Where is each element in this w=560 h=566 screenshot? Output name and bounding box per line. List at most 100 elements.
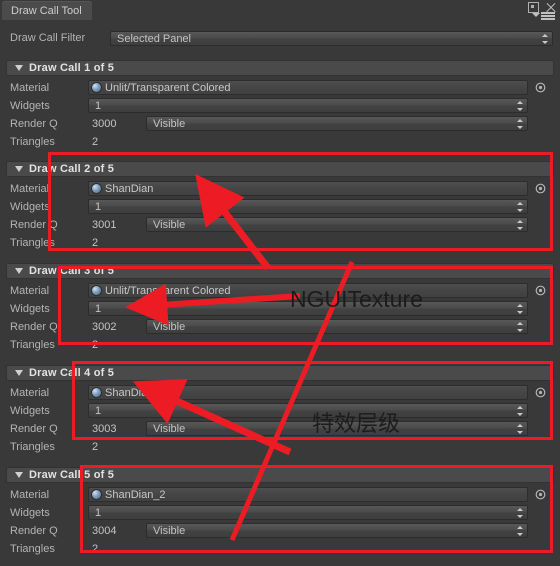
foldout-triangle-icon[interactable]	[15, 65, 23, 71]
foldout-triangle-icon[interactable]	[15, 370, 23, 376]
render-q-row-2: Render Q 3001 Visible	[6, 216, 554, 234]
material-sphere-icon	[92, 286, 101, 295]
draw-call-title-4: Draw Call 4 of 5	[29, 367, 115, 379]
material-value-1: Unlit/Transparent Colored	[105, 81, 231, 94]
chevron-updown-icon	[515, 201, 524, 213]
widgets-dropdown-3[interactable]: 1	[88, 301, 528, 316]
material-sphere-icon	[92, 83, 101, 92]
widgets-dropdown-4[interactable]: 1	[88, 403, 528, 418]
foldout-triangle-icon[interactable]	[15, 472, 23, 478]
triangles-label-1: Triangles	[10, 136, 55, 148]
render-q-label-4: Render Q	[10, 423, 58, 435]
gear-icon[interactable]	[535, 285, 546, 296]
draw-call-filter-dropdown[interactable]: Selected Panel	[110, 31, 553, 46]
gear-icon[interactable]	[535, 183, 546, 194]
gear-icon[interactable]	[535, 489, 546, 500]
material-label-1: Material	[10, 82, 50, 94]
draw-call-title-1: Draw Call 1 of 5	[29, 62, 115, 74]
chevron-updown-icon	[515, 100, 524, 112]
foldout-triangle-icon[interactable]	[15, 268, 23, 274]
draw-call-section-4: Draw Call 4 of 5 Material ShanDian_1 Wid…	[6, 365, 554, 456]
draw-call-title-3: Draw Call 3 of 5	[29, 265, 115, 277]
material-label-4: Material	[10, 387, 50, 399]
window-titlebar: Draw Call Tool	[0, 0, 560, 21]
draw-call-header-5[interactable]: Draw Call 5 of 5	[6, 467, 554, 483]
material-object-field-3[interactable]: Unlit/Transparent Colored	[88, 283, 528, 298]
render-q-row-1: Render Q 3000 Visible	[6, 115, 554, 133]
widgets-dropdown-1[interactable]: 1	[88, 98, 528, 113]
visibility-dropdown-3[interactable]: Visible	[146, 319, 528, 334]
triangles-label-5: Triangles	[10, 543, 55, 555]
material-label-2: Material	[10, 183, 50, 195]
draw-call-header-1[interactable]: Draw Call 1 of 5	[6, 60, 554, 76]
tab-draw-call-tool[interactable]: Draw Call Tool	[2, 1, 92, 20]
widgets-value-3: 1	[95, 302, 102, 315]
visibility-dropdown-4[interactable]: Visible	[146, 421, 528, 436]
material-sphere-icon	[92, 388, 101, 397]
material-object-field-5[interactable]: ShanDian_2	[88, 487, 528, 502]
material-row-1: Material Unlit/Transparent Colored	[6, 79, 554, 97]
widgets-dropdown-2[interactable]: 1	[88, 199, 528, 214]
chevron-down-icon[interactable]	[532, 13, 540, 17]
render-q-label-3: Render Q	[10, 321, 58, 333]
chevron-updown-icon	[515, 423, 524, 435]
visibility-value-3: Visible	[153, 320, 186, 333]
gear-icon[interactable]	[535, 387, 546, 398]
chevron-updown-icon	[515, 525, 524, 537]
draw-call-header-3[interactable]: Draw Call 3 of 5	[6, 263, 554, 279]
triangles-value-4: 2	[92, 441, 99, 453]
render-q-value-4: 3003	[92, 423, 117, 435]
hamburger-menu-icon[interactable]	[541, 12, 555, 20]
visibility-value-1: Visible	[153, 117, 186, 130]
triangles-label-4: Triangles	[10, 441, 55, 453]
material-label-5: Material	[10, 489, 50, 501]
draw-call-tool-window: Draw Call Tool Draw Call Filter Selected…	[0, 0, 560, 566]
material-row-3: Material Unlit/Transparent Colored	[6, 282, 554, 300]
material-object-field-1[interactable]: Unlit/Transparent Colored	[88, 80, 528, 95]
visibility-dropdown-1[interactable]: Visible	[146, 116, 528, 131]
visibility-dropdown-5[interactable]: Visible	[146, 523, 528, 538]
draw-call-section-2: Draw Call 2 of 5 Material ShanDian Widge…	[6, 161, 554, 252]
widgets-label-2: Widgets	[10, 201, 50, 213]
render-q-label-5: Render Q	[10, 525, 58, 537]
visibility-value-5: Visible	[153, 524, 186, 537]
material-sphere-icon	[92, 184, 101, 193]
widgets-label-4: Widgets	[10, 405, 50, 417]
triangles-value-5: 2	[92, 543, 99, 555]
material-row-4: Material ShanDian_1	[6, 384, 554, 402]
material-row-2: Material ShanDian	[6, 180, 554, 198]
draw-call-section-5: Draw Call 5 of 5 Material ShanDian_2 Wid…	[6, 467, 554, 558]
material-object-field-2[interactable]: ShanDian	[88, 181, 528, 196]
render-q-value-2: 3001	[92, 219, 117, 231]
widgets-value-4: 1	[95, 404, 102, 417]
draw-call-header-2[interactable]: Draw Call 2 of 5	[6, 161, 554, 177]
chevron-updown-icon	[540, 33, 549, 45]
render-q-value-5: 3004	[92, 525, 117, 537]
draw-call-section-1: Draw Call 1 of 5 Material Unlit/Transpar…	[6, 60, 554, 151]
visibility-dropdown-2[interactable]: Visible	[146, 217, 528, 232]
foldout-triangle-icon[interactable]	[15, 166, 23, 172]
gear-icon[interactable]	[535, 82, 546, 93]
chevron-updown-icon	[515, 507, 524, 519]
widgets-dropdown-5[interactable]: 1	[88, 505, 528, 520]
material-sphere-icon	[92, 490, 101, 499]
widgets-row-3: Widgets 1	[6, 300, 554, 318]
triangles-value-2: 2	[92, 237, 99, 249]
material-object-field-4[interactable]: ShanDian_1	[88, 385, 528, 400]
triangles-value-1: 2	[92, 136, 99, 148]
maximize-icon[interactable]	[528, 2, 539, 13]
material-label-3: Material	[10, 285, 50, 297]
widgets-label-3: Widgets	[10, 303, 50, 315]
chevron-updown-icon	[515, 303, 524, 315]
widgets-value-2: 1	[95, 200, 102, 213]
render-q-row-3: Render Q 3002 Visible	[6, 318, 554, 336]
render-q-value-1: 3000	[92, 118, 117, 130]
draw-call-section-3: Draw Call 3 of 5 Material Unlit/Transpar…	[6, 263, 554, 354]
draw-call-title-2: Draw Call 2 of 5	[29, 163, 115, 175]
chevron-updown-icon	[515, 118, 524, 130]
widgets-value-1: 1	[95, 99, 102, 112]
widgets-label-5: Widgets	[10, 507, 50, 519]
render-q-label-2: Render Q	[10, 219, 58, 231]
triangles-row-2: Triangles 2	[6, 234, 554, 252]
draw-call-header-4[interactable]: Draw Call 4 of 5	[6, 365, 554, 381]
